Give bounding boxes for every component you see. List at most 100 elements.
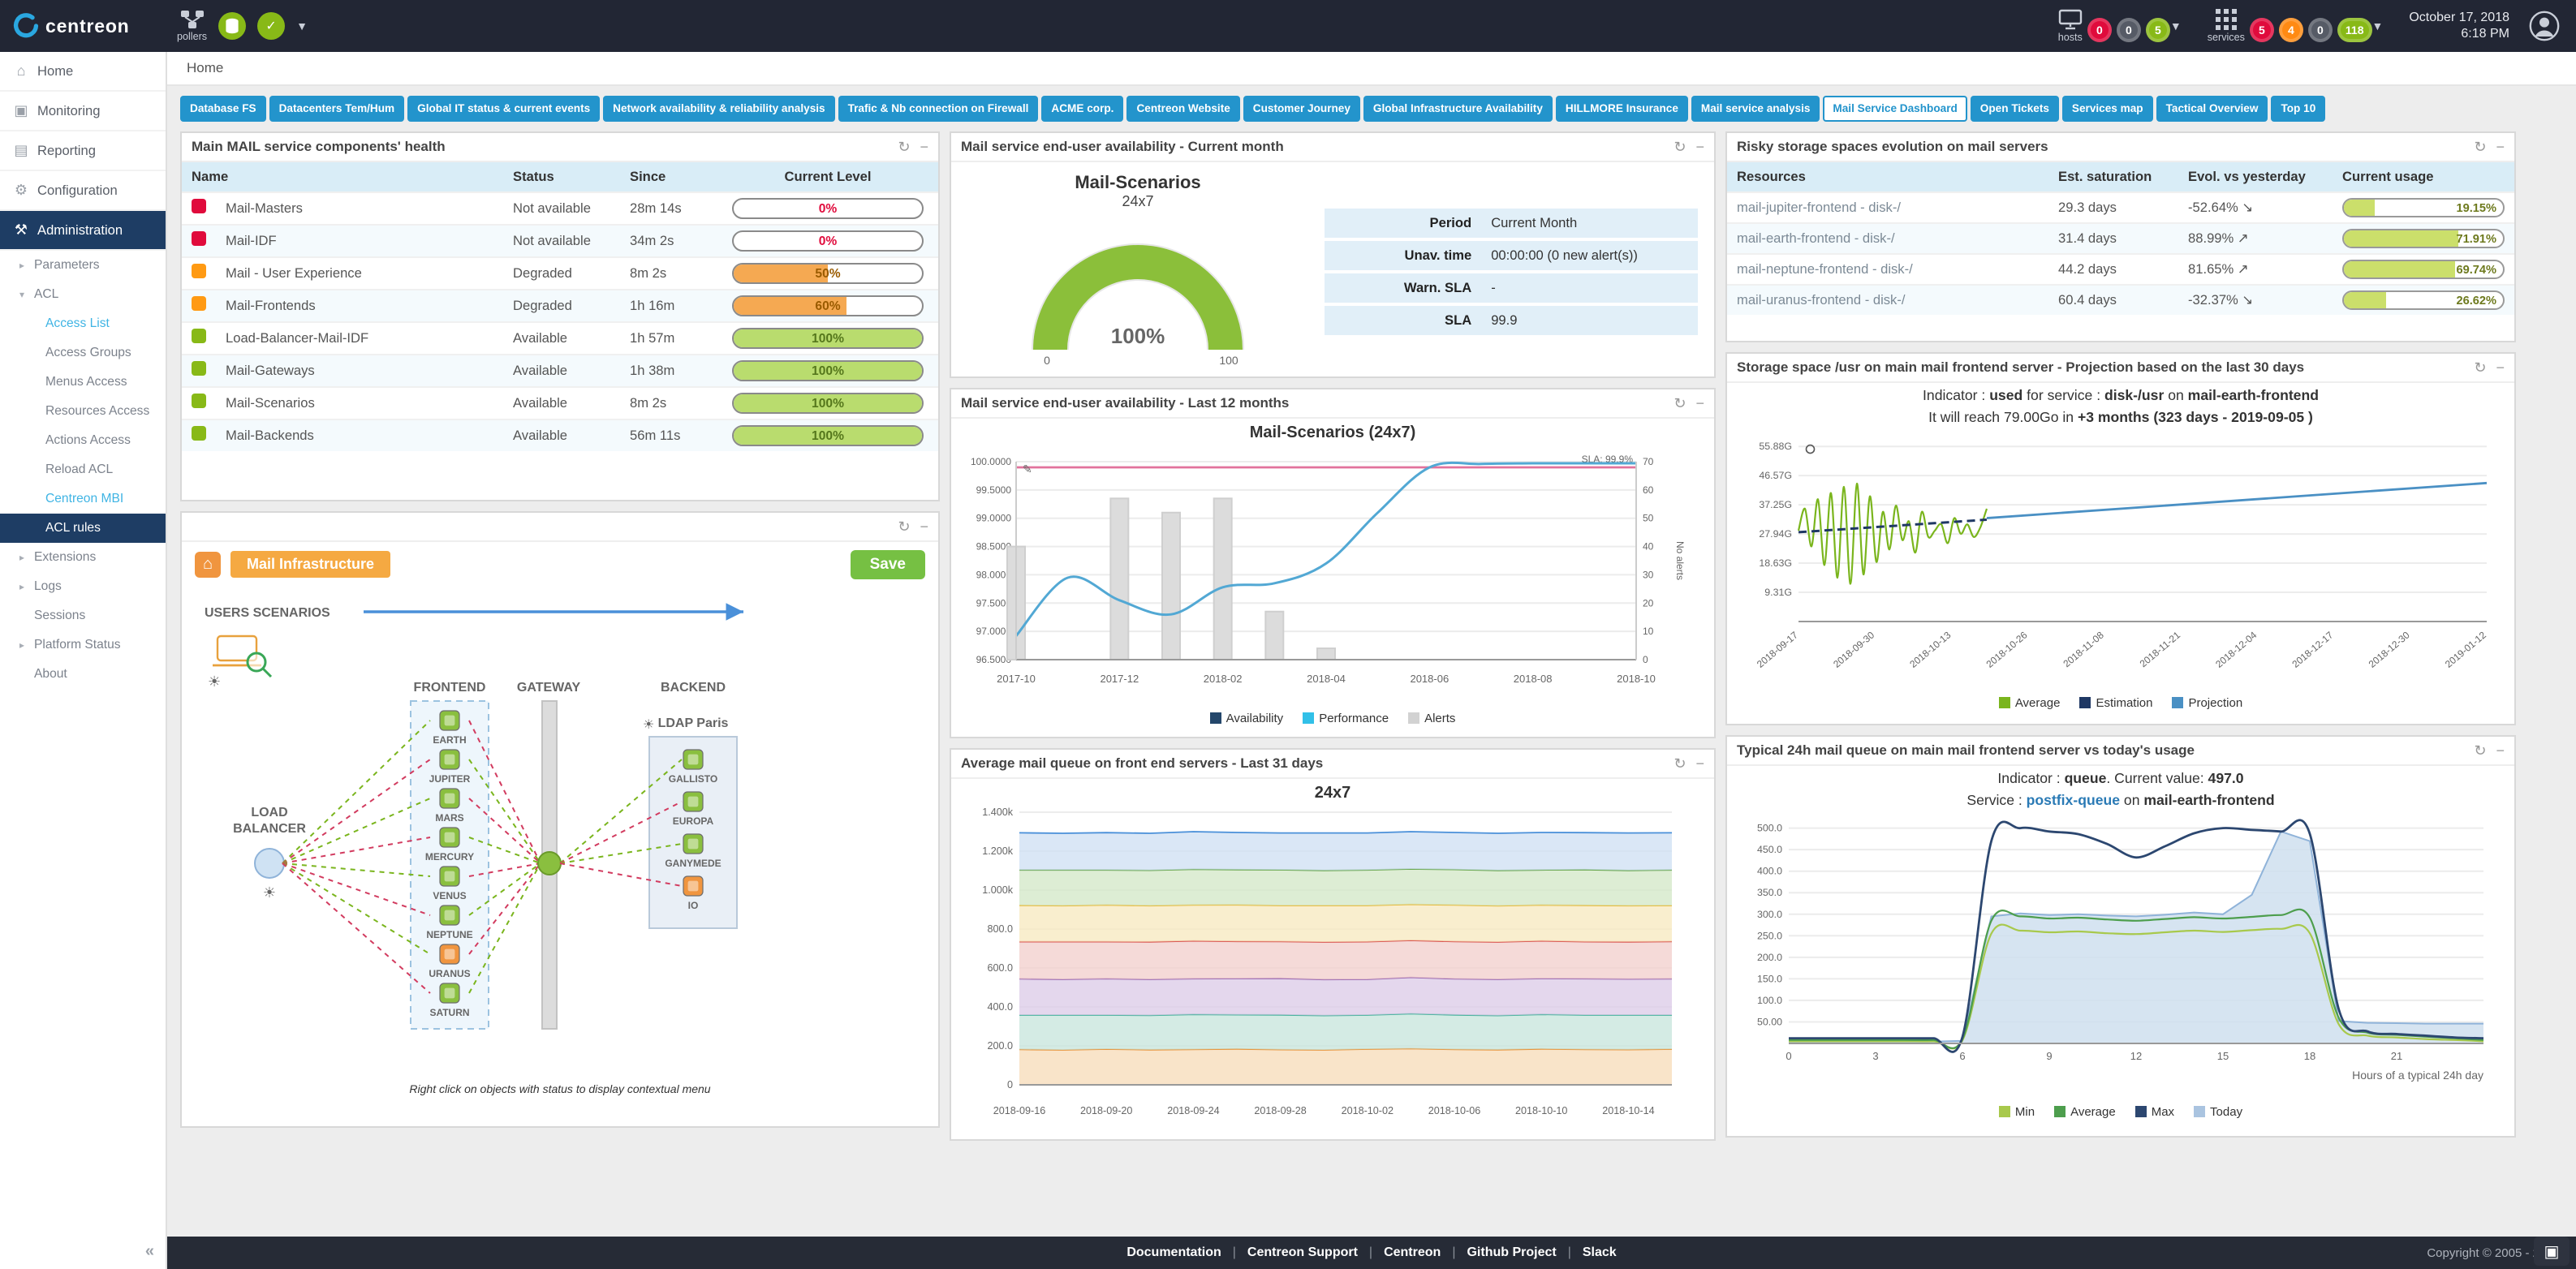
sidebar-subitem-sessions[interactable]: Sessions <box>0 601 166 630</box>
refresh-icon[interactable]: ↻ <box>1674 756 1686 771</box>
refresh-icon[interactable]: ↻ <box>898 140 910 154</box>
sidebar-subitem-acl[interactable]: ▾ACL <box>0 280 166 309</box>
sidebar-item-administration[interactable]: ⚒Administration <box>0 211 166 251</box>
footer-link-documentation[interactable]: Documentation <box>1126 1245 1221 1260</box>
svg-text:2018-12-04: 2018-12-04 <box>2213 629 2259 669</box>
sidebar-subitem-access-groups[interactable]: Access Groups <box>0 338 166 368</box>
tab-services-map[interactable]: Services map <box>2062 96 2153 122</box>
sidebar-item-reporting[interactable]: ▤Reporting <box>0 131 166 171</box>
sidebar-subitem-access-list[interactable]: Access List <box>0 309 166 338</box>
status-counter-red[interactable]: 0 <box>2087 18 2112 42</box>
sidebar-subitem-logs[interactable]: ▸Logs <box>0 572 166 601</box>
tab-acme-corp[interactable]: ACME corp. <box>1041 96 1123 122</box>
health-row-mail-masters[interactable]: Mail-MastersNot available28m 14s0% <box>182 192 938 225</box>
poller-ok-status-icon[interactable]: ✓ <box>257 12 285 40</box>
tab-top-10[interactable]: Top 10 <box>2271 96 2325 122</box>
sidebar-subitem-centreon-mbi[interactable]: Centreon MBI <box>0 484 166 514</box>
services-status[interactable]: services <box>2208 9 2245 43</box>
sidebar-subitem-acl-rules[interactable]: ACL rules <box>0 514 166 543</box>
breadcrumb[interactable]: Home <box>167 52 2576 86</box>
sidebar-subitem-label: Parameters <box>34 258 100 273</box>
status-counter-green[interactable]: 5 <box>2146 18 2170 42</box>
sidebar-subitem-reload-acl[interactable]: Reload ACL <box>0 455 166 484</box>
footer-link-centreon-support[interactable]: Centreon Support <box>1247 1245 1358 1260</box>
sidebar-subitem-about[interactable]: About <box>0 660 166 689</box>
collapse-widget-icon[interactable]: − <box>1695 396 1704 411</box>
sidebar-subitem-extensions[interactable]: ▸Extensions <box>0 543 166 572</box>
sidebar-collapse[interactable]: « <box>145 1242 154 1261</box>
poller-database-status-icon[interactable] <box>218 12 246 40</box>
health-row-mail-backends[interactable]: Mail-BackendsAvailable56m 11s100% <box>182 419 938 451</box>
pollers-status[interactable]: pollers <box>177 10 207 42</box>
risky-row-mail-jupiter-frontend-disk[interactable]: mail-jupiter-frontend - disk-/29.3 days-… <box>1727 192 2514 223</box>
refresh-icon[interactable]: ↻ <box>2474 360 2486 375</box>
svg-text:46.57G: 46.57G <box>1759 470 1792 481</box>
services-chevron-icon[interactable]: ▼ <box>2372 19 2384 32</box>
usage-label: 69.74% <box>2457 261 2497 279</box>
tab-trafic-nb-connection-on-firewall[interactable]: Trafic & Nb connection on Firewall <box>838 96 1039 122</box>
home-icon[interactable]: ⌂ <box>195 552 221 578</box>
tab-hillmore-insurance[interactable]: HILLMORE Insurance <box>1556 96 1688 122</box>
hosts-status[interactable]: hosts <box>2058 9 2083 43</box>
sidebar-item-home[interactable]: ⌂Home <box>0 52 166 92</box>
footer-link-github-project[interactable]: Github Project <box>1467 1245 1556 1260</box>
collapse-widget-icon[interactable]: − <box>2496 743 2505 758</box>
risky-row-mail-neptune-frontend-disk[interactable]: mail-neptune-frontend - disk-/44.2 days8… <box>1727 254 2514 285</box>
footer-link-slack[interactable]: Slack <box>1583 1245 1617 1260</box>
hosts-chevron-icon[interactable]: ▼ <box>2170 19 2182 32</box>
refresh-icon[interactable]: ↻ <box>2474 743 2486 758</box>
tab-customer-journey[interactable]: Customer Journey <box>1243 96 1360 122</box>
collapse-widget-icon[interactable]: − <box>1695 140 1704 154</box>
health-row-mail-idf[interactable]: Mail-IDFNot available34m 2s0% <box>182 225 938 257</box>
footer-link-centreon[interactable]: Centreon <box>1384 1245 1441 1260</box>
cell-level: 100% <box>717 387 938 419</box>
infrastructure-diagram[interactable]: USERS SCENARIOS☀FRONTENDGATEWAYBACKENDLD… <box>182 587 915 1074</box>
sidebar-subitem-parameters[interactable]: ▸Parameters <box>0 251 166 280</box>
refresh-icon[interactable]: ↻ <box>2474 140 2486 154</box>
layout-widget-icon[interactable]: ▣ <box>2534 1237 2570 1266</box>
save-button[interactable]: Save <box>851 550 925 579</box>
status-counter-green[interactable]: 118 <box>2337 18 2372 42</box>
health-row-mail-user-experience[interactable]: Mail - User ExperienceDegraded8m 2s50% <box>182 257 938 290</box>
collapse-widget-icon[interactable]: − <box>2496 360 2505 375</box>
refresh-icon[interactable]: ↻ <box>1674 396 1686 411</box>
health-row-mail-frontends[interactable]: Mail-FrontendsDegraded1h 16m60% <box>182 290 938 322</box>
user-menu[interactable] <box>2529 11 2560 41</box>
risky-row-mail-earth-frontend-disk[interactable]: mail-earth-frontend - disk-/31.4 days88.… <box>1727 223 2514 254</box>
health-row-mail-gateways[interactable]: Mail-GatewaysAvailable1h 38m100% <box>182 355 938 387</box>
status-counter-gray[interactable]: 0 <box>2308 18 2333 42</box>
tab-global-infrastructure-availability[interactable]: Global Infrastructure Availability <box>1363 96 1553 122</box>
sidebar-subitem-menus-access[interactable]: Menus Access <box>0 368 166 397</box>
collapse-widget-icon[interactable]: − <box>2496 140 2505 154</box>
collapse-widget-icon[interactable]: − <box>920 519 928 534</box>
health-row-mail-scenarios[interactable]: Mail-ScenariosAvailable8m 2s100% <box>182 387 938 419</box>
pollers-chevron-icon[interactable]: ▼ <box>296 19 308 32</box>
collapse-widget-icon[interactable]: − <box>1695 756 1704 771</box>
status-counter-orange[interactable]: 4 <box>2279 18 2303 42</box>
svg-text:IO: IO <box>688 900 699 911</box>
sidebar-subitem-resources-access[interactable]: Resources Access <box>0 397 166 426</box>
status-counter-gray[interactable]: 0 <box>2117 18 2141 42</box>
tab-open-tickets[interactable]: Open Tickets <box>1971 96 2059 122</box>
sidebar-item-configuration[interactable]: ⚙Configuration <box>0 171 166 211</box>
risky-row-mail-uranus-frontend-disk[interactable]: mail-uranus-frontend - disk-/60.4 days-3… <box>1727 285 2514 315</box>
tab-network-availability-reliability-analysis[interactable]: Network availability & reliability analy… <box>603 96 834 122</box>
refresh-icon[interactable]: ↻ <box>1674 140 1686 154</box>
svg-text:500.0: 500.0 <box>1757 822 1782 833</box>
refresh-icon[interactable]: ↻ <box>898 519 910 534</box>
tab-mail-service-analysis[interactable]: Mail service analysis <box>1691 96 1820 122</box>
collapse-widget-icon[interactable]: − <box>920 140 928 154</box>
tab-database-fs[interactable]: Database FS <box>180 96 266 122</box>
tab-mail-service-dashboard[interactable]: Mail Service Dashboard <box>1823 96 1966 122</box>
level-bar: 100% <box>732 360 924 381</box>
sidebar-subitem-actions-access[interactable]: Actions Access <box>0 426 166 455</box>
tab-datacenters-tem-hum[interactable]: Datacenters Tem/Hum <box>269 96 405 122</box>
tab-global-it-status-current-events[interactable]: Global IT status & current events <box>407 96 600 122</box>
health-row-load-balancer-mail-idf[interactable]: Load-Balancer-Mail-IDFAvailable1h 57m100… <box>182 322 938 355</box>
centreon-logo[interactable]: centreon <box>0 13 167 39</box>
tab-centreon-website[interactable]: Centreon Website <box>1126 96 1239 122</box>
tab-tactical-overview[interactable]: Tactical Overview <box>2156 96 2268 122</box>
sidebar-subitem-platform-status[interactable]: ▸Platform Status <box>0 630 166 660</box>
status-counter-red[interactable]: 5 <box>2250 18 2274 42</box>
sidebar-item-monitoring[interactable]: ▣Monitoring <box>0 92 166 131</box>
